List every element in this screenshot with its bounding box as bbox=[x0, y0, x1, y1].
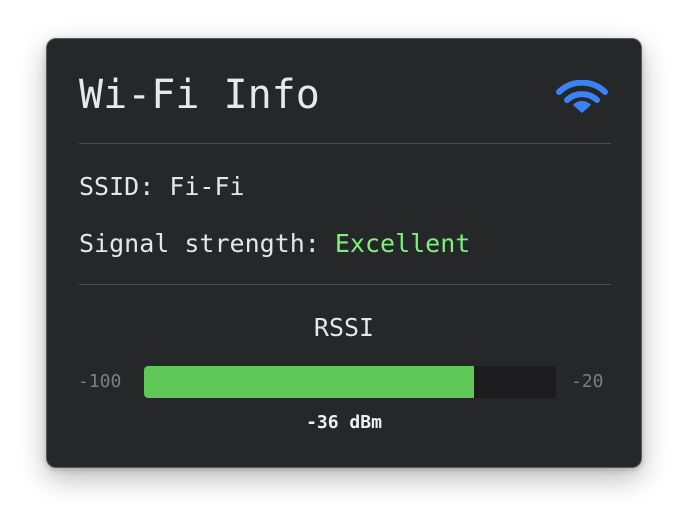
ssid-row: SSID: Fi-Fi bbox=[79, 171, 245, 203]
signal-strength-label: Signal strength: bbox=[79, 229, 335, 258]
signal-strength-row: Signal strength: Excellent bbox=[79, 228, 470, 260]
rssi-min-label: -100 bbox=[78, 371, 122, 392]
ssid-value: Fi-Fi bbox=[169, 172, 245, 201]
section-divider bbox=[79, 284, 611, 285]
rssi-max-label: -20 bbox=[571, 371, 604, 392]
rssi-meter bbox=[144, 366, 556, 398]
header-divider bbox=[79, 143, 611, 144]
rssi-reading: -36 dBm bbox=[306, 412, 382, 433]
ssid-label: SSID: bbox=[79, 172, 170, 201]
signal-strength-value: Excellent bbox=[334, 229, 471, 258]
panel-title: Wi-Fi Info bbox=[79, 72, 320, 118]
rssi-heading: RSSI bbox=[313, 313, 375, 342]
wifi-icon bbox=[556, 80, 608, 113]
wifi-info-panel: Wi-Fi Info SSID: Fi-Fi Signal strength: … bbox=[46, 38, 642, 468]
rssi-meter-fill bbox=[144, 366, 474, 398]
